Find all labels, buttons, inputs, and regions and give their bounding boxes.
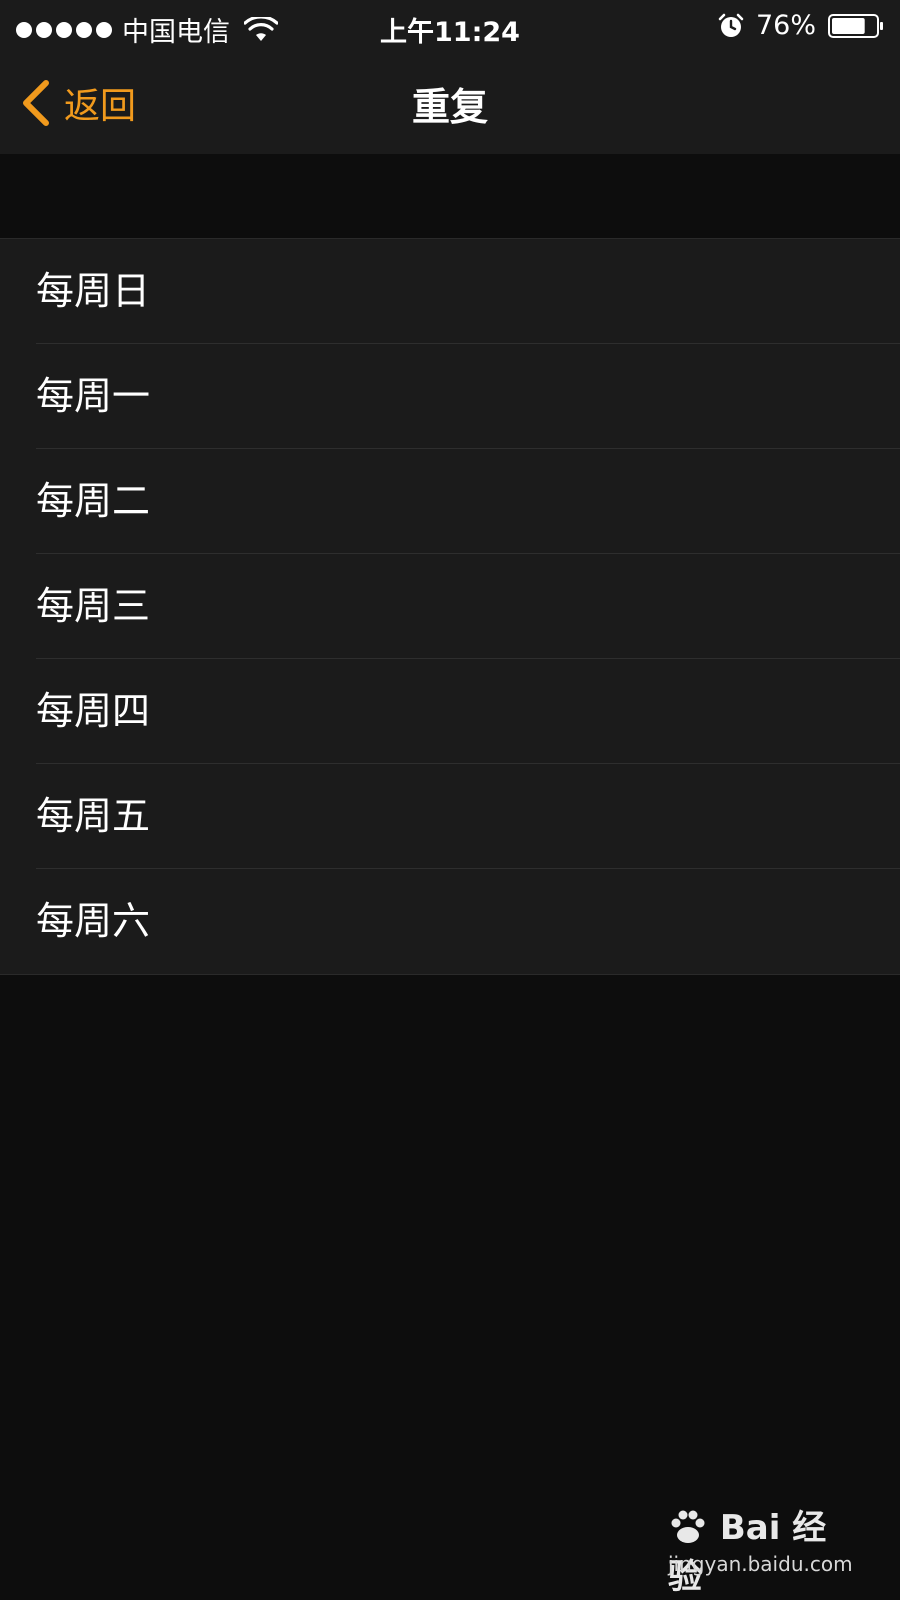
repeat-option-saturday[interactable]: 每周六	[0, 869, 900, 974]
repeat-options-list: 每周日 每周一 每周二 每周三 每周四 每周五 每周六	[0, 238, 900, 975]
status-bar: 中国电信 上午11:24 76%	[0, 0, 900, 52]
watermark-brand: Bai 经验	[668, 1500, 838, 1598]
repeat-option-friday[interactable]: 每周五	[0, 764, 900, 869]
status-right: 76%	[718, 10, 884, 41]
repeat-option-wednesday[interactable]: 每周三	[0, 554, 900, 659]
page-title: 重复	[411, 85, 488, 129]
repeat-option-tuesday[interactable]: 每周二	[0, 449, 900, 554]
repeat-option-monday[interactable]: 每周一	[0, 344, 900, 449]
section-spacer	[0, 154, 900, 238]
list-item-label: 每周五	[36, 794, 151, 838]
list-item-label: 每周二	[36, 479, 151, 523]
list-item-label: 每周六	[36, 899, 151, 943]
paw-icon	[671, 1510, 705, 1543]
alarm-icon	[718, 13, 744, 37]
repeat-option-thursday[interactable]: 每周四	[0, 659, 900, 764]
baidu-jingyan-watermark: Bai 经验 jingyan.baidu.com	[668, 1500, 853, 1597]
list-item-label: 每周一	[36, 374, 151, 418]
battery-icon	[828, 13, 883, 38]
watermark-url: jingyan.baidu.com	[668, 1552, 853, 1576]
list-item-label: 每周日	[36, 269, 151, 313]
repeat-option-sunday[interactable]: 每周日	[0, 239, 900, 344]
list-item-label: 每周三	[36, 584, 151, 628]
battery-percent: 76%	[755, 10, 816, 41]
navigation-bar: 返回 重复	[0, 52, 900, 155]
list-item-label: 每周四	[36, 689, 151, 733]
